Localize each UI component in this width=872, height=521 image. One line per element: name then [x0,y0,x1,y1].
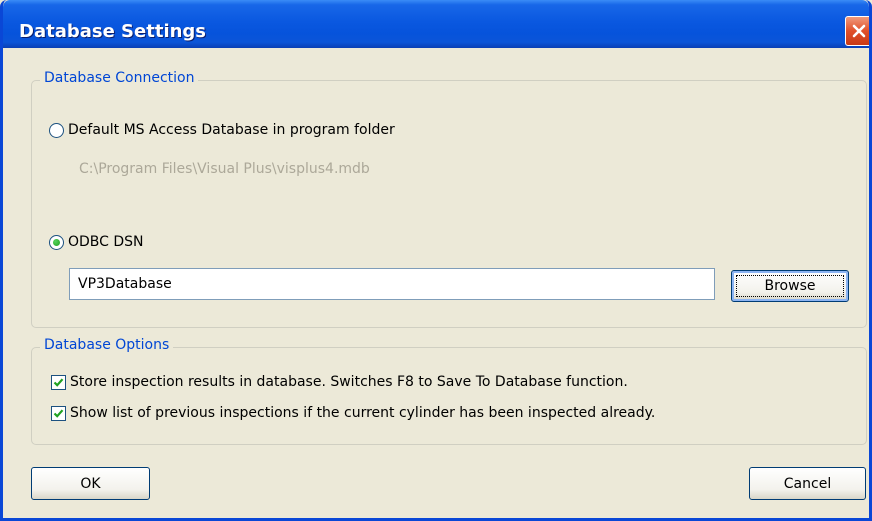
database-connection-legend: Database Connection [40,70,199,86]
radio-selected-dot [53,238,60,246]
default-access-radio[interactable] [49,122,64,138]
dsn-input[interactable] [69,268,715,300]
ok-button[interactable]: OK [31,467,150,500]
store-results-checkbox[interactable] [51,374,66,390]
odbc-dsn-radio[interactable] [49,234,64,250]
show-previous-checkbox[interactable] [51,405,66,421]
odbc-dsn-radio-row[interactable]: ODBC DSN [49,234,144,250]
database-options-legend: Database Options [40,337,174,353]
cancel-button-label: Cancel [783,475,832,492]
window-title: Database Settings [19,21,207,42]
store-results-row[interactable]: Store inspection results in database. Sw… [51,374,628,390]
default-access-radio-row[interactable]: Default MS Access Database in program fo… [49,122,395,138]
cancel-button[interactable]: Cancel [749,467,866,500]
default-database-path: C:\Program Files\Visual Plus\visplus4.md… [79,161,370,177]
browse-button-label: Browse [764,278,816,294]
close-button[interactable] [845,16,869,46]
ok-button-label: OK [80,475,101,492]
checkmark-icon [53,408,64,418]
close-icon [852,24,866,38]
checkmark-icon [53,377,64,387]
default-access-label: Default MS Access Database in program fo… [68,122,395,138]
show-previous-label: Show list of previous inspections if the… [70,405,656,421]
database-settings-dialog: Database Settings Database Connection De… [0,0,872,521]
database-options-group: Database Options [31,337,867,445]
browse-button[interactable]: Browse [731,270,849,302]
title-bar[interactable]: Database Settings [3,0,869,48]
show-previous-row[interactable]: Show list of previous inspections if the… [51,405,655,421]
odbc-dsn-label: ODBC DSN [68,234,144,250]
store-results-label: Store inspection results in database. Sw… [70,374,628,390]
